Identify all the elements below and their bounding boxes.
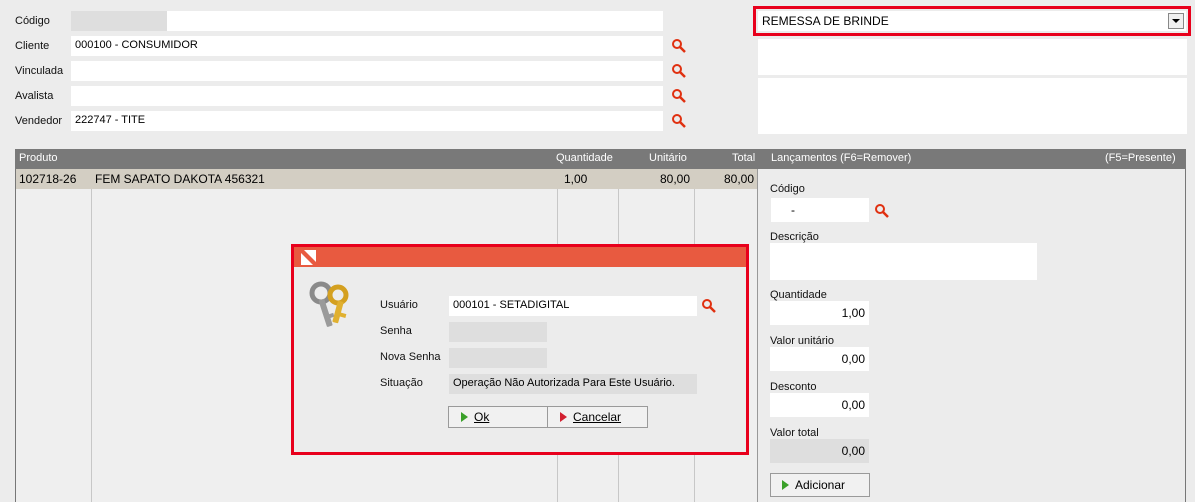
- avalista-field[interactable]: [71, 86, 663, 106]
- lanc-valor-unitario-field[interactable]: 0,00: [770, 347, 869, 371]
- vendedor-field[interactable]: 222747 - TITE: [71, 111, 663, 131]
- lanc-quantidade-label: Quantidade: [770, 289, 827, 301]
- search-icon[interactable]: [671, 38, 687, 54]
- dropdown-arrow-icon[interactable]: [1168, 13, 1184, 29]
- search-icon[interactable]: [671, 88, 687, 104]
- app-logo-icon: [301, 250, 316, 265]
- dialog-nova-senha-field[interactable]: [449, 348, 547, 368]
- observacao-field-2[interactable]: [758, 78, 1187, 134]
- operacao-select[interactable]: REMESSA DE BRINDE: [758, 11, 1186, 31]
- lanc-desconto-field[interactable]: 0,00: [770, 393, 869, 417]
- col-quantidade: Quantidade: [556, 152, 613, 164]
- presente-hint: (F5=Presente): [1105, 152, 1176, 164]
- operacao-value: REMESSA DE BRINDE: [762, 14, 889, 28]
- codigo-label: Código: [15, 15, 50, 27]
- row-codigo: 102718-26: [19, 172, 77, 186]
- vinculada-label: Vinculada: [15, 65, 64, 77]
- codigo-extra-field[interactable]: [167, 11, 663, 31]
- row-total: 80,00: [724, 172, 755, 186]
- ok-label: Ok: [474, 410, 490, 424]
- search-icon[interactable]: [671, 63, 687, 79]
- green-triangle-icon: [782, 480, 789, 490]
- col-produto: Produto: [19, 152, 58, 164]
- red-triangle-icon: [560, 412, 567, 422]
- row-unitario: 80,00: [660, 172, 691, 186]
- search-icon[interactable]: [701, 298, 717, 314]
- grid-divider: [91, 169, 92, 502]
- adicionar-button[interactable]: Adicionar: [770, 473, 870, 497]
- dialog-senha-field[interactable]: [449, 322, 547, 342]
- lanc-quantidade-field[interactable]: 1,00: [770, 301, 869, 325]
- keys-icon: [309, 281, 349, 327]
- search-icon[interactable]: [671, 113, 687, 129]
- lanc-desconto-label: Desconto: [770, 381, 817, 393]
- cancelar-label: Cancelar: [573, 410, 622, 424]
- grid-header: Produto Quantidade Unitário Total Lançam…: [15, 149, 1186, 169]
- table-row[interactable]: 102718-26 FEM SAPATO DAKOTA 456321 1,00 …: [16, 169, 757, 189]
- lanc-valor-total-field: 0,00: [770, 439, 869, 463]
- lanc-codigo-label: Código: [770, 183, 805, 195]
- lanc-valor-total-label: Valor total: [770, 427, 819, 439]
- avalista-label: Avalista: [15, 90, 54, 102]
- adicionar-label: Adicionar: [795, 478, 846, 492]
- row-descricao: FEM SAPATO DAKOTA 456321: [95, 172, 265, 186]
- observacao-field[interactable]: [758, 39, 1187, 75]
- dialog-titlebar: [294, 247, 746, 267]
- lanc-descricao-field[interactable]: [770, 243, 1037, 280]
- cliente-label: Cliente: [15, 40, 50, 52]
- search-icon[interactable]: [874, 203, 890, 219]
- lanc-descricao-label: Descrição: [770, 231, 819, 243]
- dialog-situacao-field: Operação Não Autorizada Para Este Usuári…: [449, 374, 697, 394]
- col-total: Total: [732, 152, 756, 164]
- dialog-usuario-label: Usuário: [380, 299, 418, 311]
- vendedor-label: Vendedor: [15, 115, 63, 127]
- vinculada-field[interactable]: [71, 61, 663, 81]
- col-unitario: Unitário: [649, 152, 687, 164]
- cancelar-button[interactable]: Cancelar: [547, 406, 648, 428]
- codigo-field[interactable]: [71, 11, 167, 31]
- dialog-nova-senha-label: Nova Senha: [380, 351, 441, 363]
- row-quantidade: 1,00: [564, 172, 588, 186]
- ok-button[interactable]: Ok: [448, 406, 548, 428]
- dialog-usuario-field[interactable]: 000101 - SETADIGITAL: [449, 296, 697, 316]
- dialog-situacao-label: Situação: [380, 377, 423, 389]
- lanc-valor-unitario-label: Valor unitário: [770, 335, 834, 347]
- lancamentos-title: Lançamentos (F6=Remover): [771, 152, 912, 164]
- dialog-senha-label: Senha: [380, 325, 412, 337]
- cliente-field[interactable]: 000100 - CONSUMIDOR: [71, 36, 663, 56]
- lanc-codigo-field[interactable]: -: [771, 198, 869, 222]
- green-triangle-icon: [461, 412, 468, 422]
